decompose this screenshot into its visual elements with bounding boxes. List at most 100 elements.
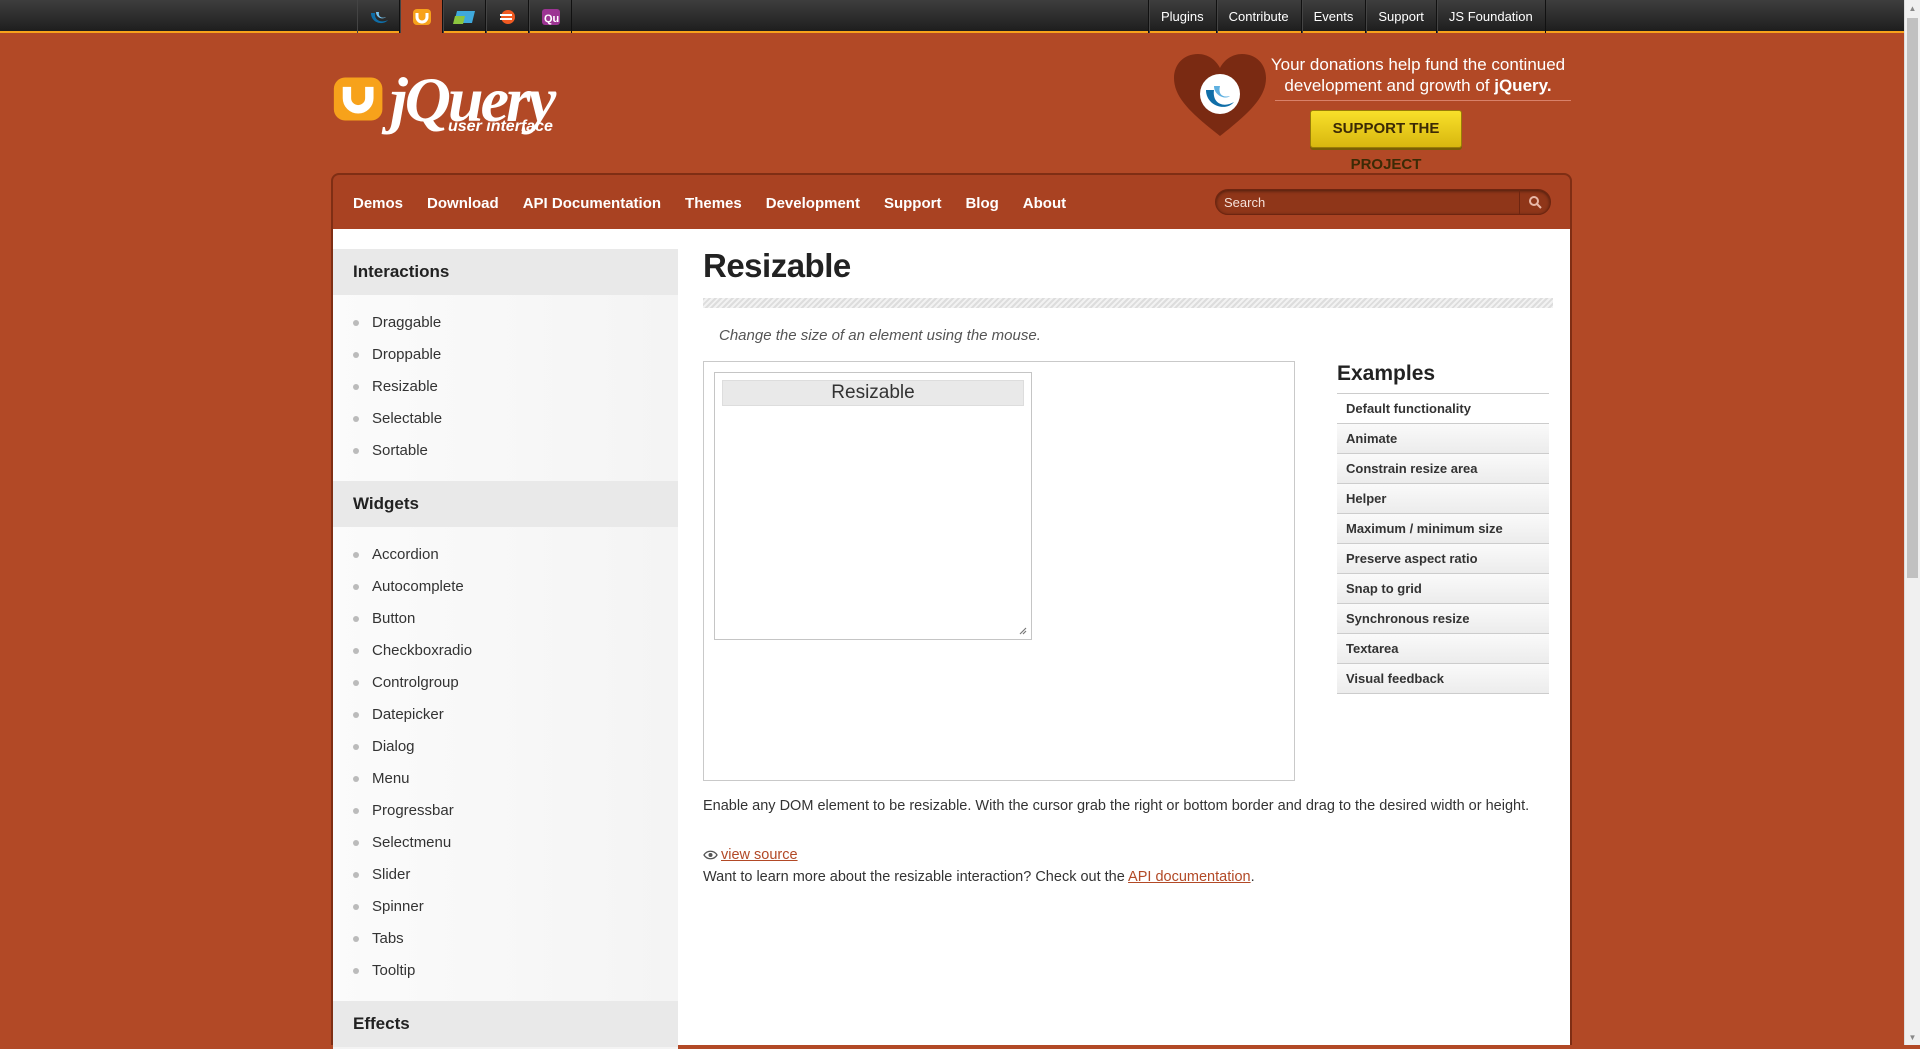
sidebar-item-label: Datepicker	[372, 706, 444, 723]
qunit-icon: Qu	[541, 8, 560, 25]
example-snap-to-grid[interactable]: Snap to grid	[1337, 574, 1549, 604]
sidebar-heading-interactions: Interactions	[333, 249, 678, 295]
sidebar-item-button[interactable]: Button	[353, 603, 678, 635]
search-button[interactable]	[1519, 190, 1550, 214]
sidebar-item-label: Tabs	[372, 930, 404, 947]
sidebar-item-accordion[interactable]: Accordion	[353, 539, 678, 571]
api-documentation-link[interactable]: API documentation	[1128, 869, 1251, 885]
sidebar-item-label: Dialog	[372, 738, 415, 755]
sidebar-item-label: Button	[372, 610, 416, 627]
site-qunit[interactable]: Qu	[529, 0, 572, 33]
toplink-js-foundation[interactable]: JS Foundation	[1435, 0, 1546, 33]
resizable-box[interactable]: Resizable	[714, 372, 1032, 640]
sidebar-item-droppable[interactable]: Droppable	[353, 339, 678, 371]
bullet-icon	[353, 936, 359, 942]
nav-themes[interactable]: Themes	[685, 195, 742, 212]
sidebar-item-label: Menu	[372, 770, 410, 787]
examples-panel: Examples Default functionality Animate C…	[1337, 361, 1549, 694]
page-scrollbar[interactable]: ▲ ▼	[1904, 0, 1920, 1045]
examples-title: Examples	[1337, 361, 1549, 394]
example-visual-feedback[interactable]: Visual feedback	[1337, 664, 1549, 694]
page-description: Change the size of an element using the …	[719, 327, 1041, 344]
sidebar-item-datepicker[interactable]: Datepicker	[353, 699, 678, 731]
nav-api-documentation[interactable]: API Documentation	[523, 195, 661, 212]
example-animate[interactable]: Animate	[1337, 424, 1549, 454]
nav-about[interactable]: About	[1023, 195, 1066, 212]
page-title: Resizable	[703, 247, 851, 284]
bullet-icon	[353, 416, 359, 422]
sidebar-item-progressbar[interactable]: Progressbar	[353, 795, 678, 827]
sidebar-item-slider[interactable]: Slider	[353, 859, 678, 891]
site-jquerymobile[interactable]	[443, 0, 486, 33]
donate-jquery: jQuery.	[1494, 76, 1552, 95]
nav-demos[interactable]: Demos	[353, 195, 403, 212]
demo-frame: Resizable	[703, 361, 1295, 781]
sidebar-item-selectmenu[interactable]: Selectmenu	[353, 827, 678, 859]
nav-development[interactable]: Development	[766, 195, 860, 212]
main-nav: Demos Download API Documentation Themes …	[331, 173, 1572, 229]
donate-divider	[1275, 100, 1571, 101]
sidebar-item-resizable[interactable]: Resizable	[353, 371, 678, 403]
resize-handle-icon[interactable]	[1019, 627, 1027, 635]
view-source-link[interactable]: view source	[721, 847, 798, 863]
site-sizzle[interactable]	[486, 0, 529, 33]
bullet-icon	[353, 320, 359, 326]
sidebar-item-label: Sortable	[372, 442, 428, 459]
scroll-thumb[interactable]	[1907, 18, 1918, 578]
sidebar-item-label: Draggable	[372, 314, 442, 331]
sidebar-item-checkboxradio[interactable]: Checkboxradio	[353, 635, 678, 667]
example-preserve-aspect-ratio[interactable]: Preserve aspect ratio	[1337, 544, 1549, 574]
toplink-contribute[interactable]: Contribute	[1215, 0, 1301, 33]
bullet-icon	[353, 808, 359, 814]
support-project-button[interactable]: SUPPORT THE PROJECT	[1310, 110, 1462, 173]
bullet-icon	[353, 776, 359, 782]
bullet-icon	[353, 584, 359, 590]
site-jquery[interactable]	[357, 0, 400, 33]
sidebar-item-label: Progressbar	[372, 802, 454, 819]
sidebar-item-controlgroup[interactable]: Controlgroup	[353, 667, 678, 699]
toplink-plugins[interactable]: Plugins	[1148, 0, 1216, 33]
sidebar-item-label: Selectmenu	[372, 834, 452, 851]
sidebar-item-selectable[interactable]: Selectable	[353, 403, 678, 435]
scroll-up-icon[interactable]: ▲	[1905, 0, 1920, 16]
site-jqueryui[interactable]	[400, 0, 443, 33]
bullet-icon	[353, 352, 359, 358]
example-max-min-size[interactable]: Maximum / minimum size	[1337, 514, 1549, 544]
sidebar-item-draggable[interactable]: Draggable	[353, 307, 678, 339]
sidebar-item-dialog[interactable]: Dialog	[353, 731, 678, 763]
search-box	[1215, 189, 1551, 215]
nav-download[interactable]: Download	[427, 195, 499, 212]
sidebar-item-tooltip[interactable]: Tooltip	[353, 955, 678, 987]
sidebar-item-spinner[interactable]: Spinner	[353, 891, 678, 923]
sizzle-icon	[499, 9, 515, 24]
example-helper[interactable]: Helper	[1337, 484, 1549, 514]
sidebar-item-menu[interactable]: Menu	[353, 763, 678, 795]
sidebar-item-tabs[interactable]: Tabs	[353, 923, 678, 955]
sidebar-item-sortable[interactable]: Sortable	[353, 435, 678, 467]
example-default-functionality[interactable]: Default functionality	[1337, 394, 1549, 424]
sidebar-item-label: Droppable	[372, 346, 442, 363]
search-input[interactable]	[1224, 190, 1504, 214]
bullet-icon	[353, 552, 359, 558]
sidebar-item-label: Spinner	[372, 898, 424, 915]
logo-subtitle: user interface	[448, 118, 553, 135]
example-synchronous-resize[interactable]: Synchronous resize	[1337, 604, 1549, 634]
sidebar-item-autocomplete[interactable]: Autocomplete	[353, 571, 678, 603]
example-textarea[interactable]: Textarea	[1337, 634, 1549, 664]
example-constrain-resize-area[interactable]: Constrain resize area	[1337, 454, 1549, 484]
toplink-support[interactable]: Support	[1365, 0, 1436, 33]
bullet-icon	[353, 680, 359, 686]
jquery-icon	[370, 11, 388, 23]
sidebar-list-interactions: Draggable Droppable Resizable Selectable…	[333, 295, 678, 481]
bullet-icon	[353, 872, 359, 878]
nav-blog[interactable]: Blog	[965, 195, 998, 212]
top-links: Plugins Contribute Events Support JS Fou…	[1148, 0, 1546, 33]
top-bar: Qu Plugins Contribute Events Support JS …	[0, 0, 1904, 33]
title-divider	[703, 298, 1553, 308]
sidebar-item-label: Slider	[372, 866, 411, 883]
jquerymobile-icon	[452, 10, 475, 24]
nav-support[interactable]: Support	[884, 195, 942, 212]
scroll-down-icon[interactable]: ▼	[1905, 1029, 1920, 1045]
donate-message: Your donations help fund the continued d…	[1268, 54, 1568, 96]
toplink-events[interactable]: Events	[1300, 0, 1366, 33]
